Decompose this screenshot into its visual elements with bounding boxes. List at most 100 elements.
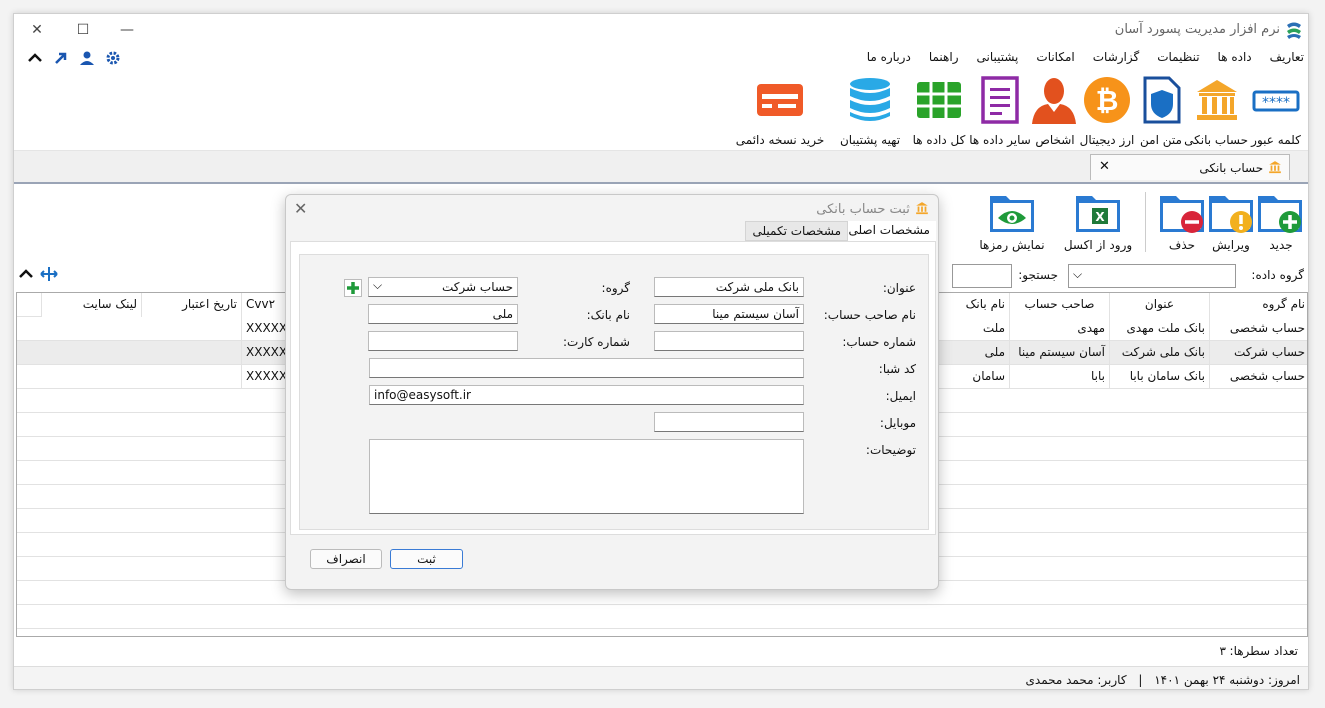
ribbon-secure-text-button[interactable]: متن امن [1136,76,1186,147]
form-area: عنوان: نام صاحب حساب: شماره حساب: کد شبا… [299,254,929,530]
current-user: کاربر: محمد محمدی [1025,673,1127,687]
tab-label: حساب بانکی [1199,161,1264,175]
email-label: ایمیل: [885,389,916,403]
secure-document-icon [1143,76,1181,124]
row-count-value: ۳ [1219,644,1226,658]
ribbon-all-data-button[interactable]: کل داده ها [910,76,968,147]
ribbon-crypto-button[interactable]: ₿ ارز دیجیتال [1078,76,1136,147]
close-window-button[interactable]: ✕ [22,20,52,40]
bank-icon [916,202,928,215]
search-input[interactable] [952,264,1012,288]
group-dropdown[interactable]: حساب شرکت ⌵ [368,277,518,297]
dialog-title: ثبت حساب بانکی [816,201,930,217]
chevron-down-icon: ⌵ [1073,267,1083,281]
edit-button[interactable]: ویرایش [1206,188,1256,252]
owner-field[interactable]: آسان سیستم مینا [654,304,804,324]
mobile-field[interactable] [654,412,804,432]
card-number-label: شماره کارت: [562,335,630,349]
bank-icon [1197,80,1237,120]
title-field[interactable]: بانک ملی شرکت [654,277,804,297]
ribbon-bank-account-button[interactable]: حساب بانکی [1184,76,1248,147]
column-header[interactable]: عنوان [1109,293,1209,317]
sheba-field[interactable] [369,358,804,378]
menu-reports[interactable]: گزارشات [1084,46,1148,68]
status-separator: | [1138,673,1143,687]
exit-arrow-icon[interactable] [50,50,72,70]
menu-support[interactable]: پشتیبانی [967,46,1027,68]
database-icon [850,78,890,121]
maximize-button[interactable]: ☐ [68,20,98,40]
gear-icon[interactable] [102,50,124,70]
menu-settings[interactable]: تنظیمات [1148,46,1208,68]
folder-excel-icon: X [1076,196,1120,232]
ribbon-password-button[interactable]: **** کلمه عبور [1246,76,1306,147]
collapse-icon[interactable] [18,266,34,285]
today-date: امروز: دوشنبه ۲۴ بهمن ۱۴۰۱ [1154,673,1300,687]
minimize-button[interactable]: — [112,20,142,40]
menu-definitions[interactable]: تعاریف [1261,46,1308,68]
cell-group: حساب شخصی [1209,365,1307,389]
status-bar: امروز: دوشنبه ۲۴ بهمن ۱۴۰۱ | کاربر: محمد… [14,666,1308,689]
column-header[interactable]: تاریخ اعتبار [141,293,241,317]
tab-main-details[interactable]: مشخصات اصلی [842,221,936,241]
cell-title: بانک ملت مهدی [1109,317,1209,341]
menu-data[interactable]: داده ها [1209,46,1261,68]
bank-name-field[interactable]: ملی [368,304,518,324]
notes-label: توضیحات: [865,443,916,457]
dialog-close-icon[interactable]: ✕ [294,199,307,218]
notes-field[interactable] [369,439,804,514]
group-filter-label: گروه داده: [1251,268,1304,282]
cancel-button[interactable]: انصراف [310,549,382,569]
menu-bar: تعاریفداده هاتنظیماتگزارشاتامکاناتپشتیبا… [14,46,1308,70]
svg-text:X: X [1095,210,1105,224]
bank-name-label: نام بانک: [586,308,630,322]
ribbon-persons-button[interactable]: اشخاص [1032,76,1078,147]
ribbon-buy-license-button[interactable]: خرید نسخه دائمی [730,76,830,147]
new-button[interactable]: جدید [1258,188,1304,252]
folder-add-icon [1258,196,1302,233]
svg-text:****: **** [1262,95,1290,111]
menu-features[interactable]: امکانات [1027,46,1083,68]
dialog-panel: عنوان: نام صاحب حساب: شماره حساب: کد شبا… [290,241,936,535]
group-filter-dropdown[interactable]: ⌵ [1068,264,1236,288]
tab-close-icon[interactable]: ✕ [1099,159,1110,174]
cell-owner: آسان سیستم مینا [1009,341,1109,365]
import-excel-button[interactable]: X ورود از اکسل [1058,188,1138,252]
column-header[interactable]: صاحب حساب [1009,293,1109,317]
group-label: گروه: [601,281,630,295]
cell-owner: بابا [1009,365,1109,389]
folder-eye-icon [990,196,1034,232]
quick-access [24,50,128,70]
ribbon-other-data-button[interactable]: سایر داده ها [968,76,1032,147]
person-icon [1032,78,1076,124]
user-icon[interactable] [76,50,98,70]
account-number-field[interactable] [654,331,804,351]
column-header[interactable]: لینک سایت [41,293,141,317]
table-icon [917,82,961,118]
tab-extra-details[interactable]: مشخصات تکمیلی [745,221,848,241]
document-tab-strip: حساب بانکی ✕ [14,150,1308,182]
folder-warning-icon [1209,196,1253,233]
credit-card-icon [757,84,803,116]
svg-text:₿: ₿ [1096,84,1119,117]
add-group-button[interactable] [344,279,362,297]
resize-columns-icon[interactable] [40,266,58,285]
column-header[interactable]: نام گروه [1209,293,1307,317]
ribbon-backup-button[interactable]: تهیه پشتیبان [830,76,910,147]
tab-bank-account[interactable]: حساب بانکی ✕ [1090,154,1290,180]
plus-icon [347,282,359,294]
bank-icon [1269,161,1281,174]
save-button[interactable]: ثبت [390,549,463,569]
bank-account-dialog: ✕ ثبت حساب بانکی مشخصات اصلی مشخصات تکمی… [285,194,939,590]
menu-help[interactable]: راهنما [920,46,968,68]
delete-button[interactable]: حذف [1158,188,1206,252]
bitcoin-icon: ₿ [1084,77,1130,123]
folder-remove-icon [1160,196,1204,233]
mobile-label: موبایل: [879,416,916,430]
cell-title: بانک ملی شرکت [1109,341,1209,365]
card-number-field[interactable] [368,331,518,351]
collapse-ribbon-icon[interactable] [24,50,46,70]
email-field[interactable]: info@easysoft.ir [369,385,804,405]
show-passwords-button[interactable]: نمایش رمزها [976,188,1048,252]
menu-about[interactable]: درباره ما [858,46,920,68]
